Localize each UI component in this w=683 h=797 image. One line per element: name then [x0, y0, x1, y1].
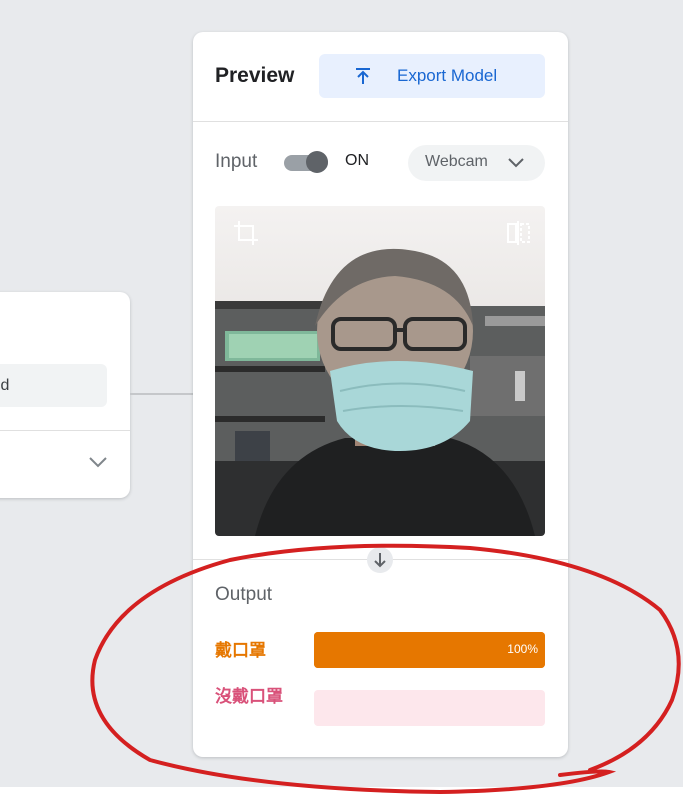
preview-panel: Preview Export Model Input ON Webcam Out… [193, 32, 568, 757]
toggle-knob [306, 151, 328, 173]
export-model-button[interactable]: Export Model [319, 54, 545, 98]
confidence-bar: 100% [314, 632, 545, 668]
toggle-state-label: ON [345, 152, 369, 169]
model-trained-chip: Model Trained [0, 364, 107, 407]
upload-arrow-icon [356, 68, 370, 84]
page-bottom-strip [0, 787, 683, 797]
export-model-label: Export Model [397, 66, 498, 85]
confidence-percent: 100% [507, 642, 538, 656]
chevron-down-icon[interactable] [88, 455, 108, 469]
training-card: Model Trained [0, 292, 130, 498]
model-trained-label: Model Trained [0, 377, 10, 394]
input-label: Input [215, 151, 258, 172]
header-divider [193, 121, 568, 122]
webcam-feed [215, 206, 545, 536]
preview-title: Preview [215, 64, 295, 87]
flip-icon[interactable] [505, 220, 531, 246]
input-source-label: Webcam [425, 153, 488, 170]
arrow-down-icon [374, 553, 386, 568]
training-card-divider [0, 430, 130, 431]
class-label: 沒戴口罩 [215, 687, 283, 706]
webcam-image [215, 206, 545, 536]
class-label: 戴口罩 [215, 641, 266, 660]
connector-line [130, 393, 194, 395]
input-toggle[interactable] [284, 151, 330, 173]
input-source-select[interactable]: Webcam [408, 145, 545, 181]
confidence-bar [314, 690, 545, 726]
output-title: Output [215, 584, 273, 605]
arrow-down-badge [367, 547, 393, 573]
chevron-down-icon [508, 158, 524, 168]
crop-icon[interactable] [233, 220, 259, 246]
